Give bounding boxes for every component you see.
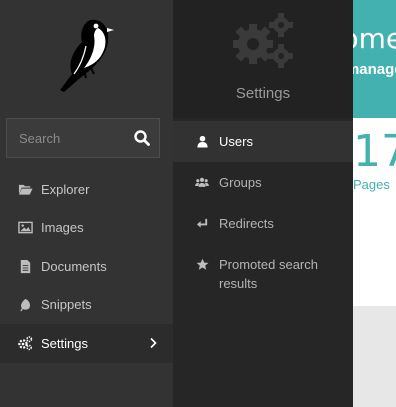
- star-icon: [195, 257, 209, 271]
- sidebar-item-documents[interactable]: Documents: [0, 247, 173, 286]
- group-icon: [195, 175, 209, 189]
- submenu-item-label: Redirects: [219, 216, 274, 231]
- cogs-icon: [17, 335, 33, 351]
- pages-stat-label: Pages: [353, 177, 390, 192]
- user-icon: [195, 134, 209, 148]
- document-icon: [17, 258, 33, 274]
- pages-stat-panel[interactable]: 17 Pages: [353, 118, 396, 226]
- cogs-icon: [233, 13, 293, 68]
- sidebar-item-snippets[interactable]: Snippets: [0, 286, 173, 325]
- chevron-right-icon: [150, 337, 157, 349]
- submenu-item-promoted-search-results[interactable]: Promoted search results: [173, 244, 353, 304]
- folder-open-icon: [17, 181, 33, 197]
- welcome-banner: Welcome Wagtail managers: [353, 0, 396, 118]
- pages-stat-number: 17: [353, 126, 396, 177]
- submenu-item-groups[interactable]: Groups: [173, 162, 353, 203]
- settings-submenu: Settings Users Groups Redirects Promoted…: [173, 0, 353, 407]
- submenu-item-label: Groups: [219, 175, 262, 190]
- welcome-subtitle: Wagtail managers: [353, 61, 396, 78]
- sidebar-item-label: Images: [41, 220, 84, 236]
- wagtail-logo-icon[interactable]: [50, 14, 114, 96]
- sidebar-item-images[interactable]: Images: [0, 209, 173, 248]
- dashboard-footer-area: [353, 306, 396, 407]
- submenu-item-users[interactable]: Users: [173, 121, 353, 162]
- snippet-icon: [17, 297, 33, 313]
- submenu-item-label: Users: [219, 134, 253, 149]
- sidebar-item-settings[interactable]: Settings: [0, 324, 173, 363]
- sidebar-nav: Explorer Images Documents Snippets Setti…: [0, 170, 173, 363]
- main-sidebar: Explorer Images Documents Snippets: [0, 0, 173, 407]
- sidebar-item-label: Snippets: [41, 297, 92, 313]
- sidebar-item-explorer[interactable]: Explorer: [0, 170, 173, 209]
- sidebar-item-label: Documents: [41, 258, 107, 274]
- image-icon: [17, 220, 33, 236]
- sidebar-item-label: Explorer: [41, 181, 90, 197]
- redirect-icon: [195, 216, 209, 230]
- search-input[interactable]: [7, 119, 125, 157]
- submenu-title: Settings: [235, 85, 291, 102]
- submenu-header: Settings: [173, 0, 353, 118]
- search-icon[interactable]: [133, 129, 151, 147]
- sidebar-item-label: Settings: [41, 335, 88, 351]
- search-box: [6, 118, 160, 158]
- settings-submenu-list: Users Groups Redirects Promoted search r…: [173, 121, 353, 304]
- dashboard-panel: [353, 226, 396, 306]
- submenu-item-redirects[interactable]: Redirects: [173, 203, 353, 244]
- welcome-title: Welcome: [353, 22, 396, 55]
- submenu-item-label: Promoted search results: [219, 257, 318, 291]
